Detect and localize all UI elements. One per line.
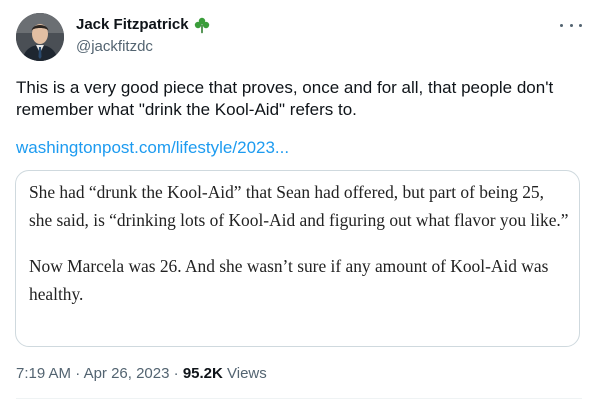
article-link[interactable]: washingtonpost.com/lifestyle/2023...	[16, 137, 289, 159]
tweet-time[interactable]: 7:19 AM	[16, 365, 71, 382]
quote-excerpt: She had “drunk the Kool-Aid” that Sean h…	[29, 179, 569, 327]
divider	[16, 398, 582, 399]
views-count[interactable]: 95.2K	[183, 365, 223, 382]
quote-image-card[interactable]: She had “drunk the Kool-Aid” that Sean h…	[15, 170, 580, 347]
more-horizontal-icon[interactable]	[560, 18, 582, 32]
author-display-name[interactable]: Jack Fitzpatrick	[76, 15, 189, 35]
author-name-row[interactable]: Jack Fitzpatrick	[76, 15, 211, 35]
views-label: Views	[227, 365, 267, 382]
meta-separator: ·	[75, 365, 81, 382]
avatar-image	[16, 13, 64, 61]
tweet-card: Jack Fitzpatrick @jackfitzdc This is a v…	[0, 0, 598, 401]
avatar[interactable]	[16, 13, 64, 61]
tweet-text: This is a very good piece that proves, o…	[16, 78, 554, 119]
tweet-meta: 7:19 AM · Apr 26, 2023 · 95.2K Views	[16, 364, 267, 384]
quote-paragraph-2: Now Marcela was 26. And she wasn’t sure …	[29, 256, 549, 304]
quote-paragraph-1: She had “drunk the Kool-Aid” that Sean h…	[29, 182, 569, 230]
shamrock-icon	[193, 16, 211, 34]
author-handle[interactable]: @jackfitzdc	[76, 37, 153, 57]
meta-separator: ·	[173, 365, 179, 382]
tweet-date[interactable]: Apr 26, 2023	[84, 365, 170, 382]
